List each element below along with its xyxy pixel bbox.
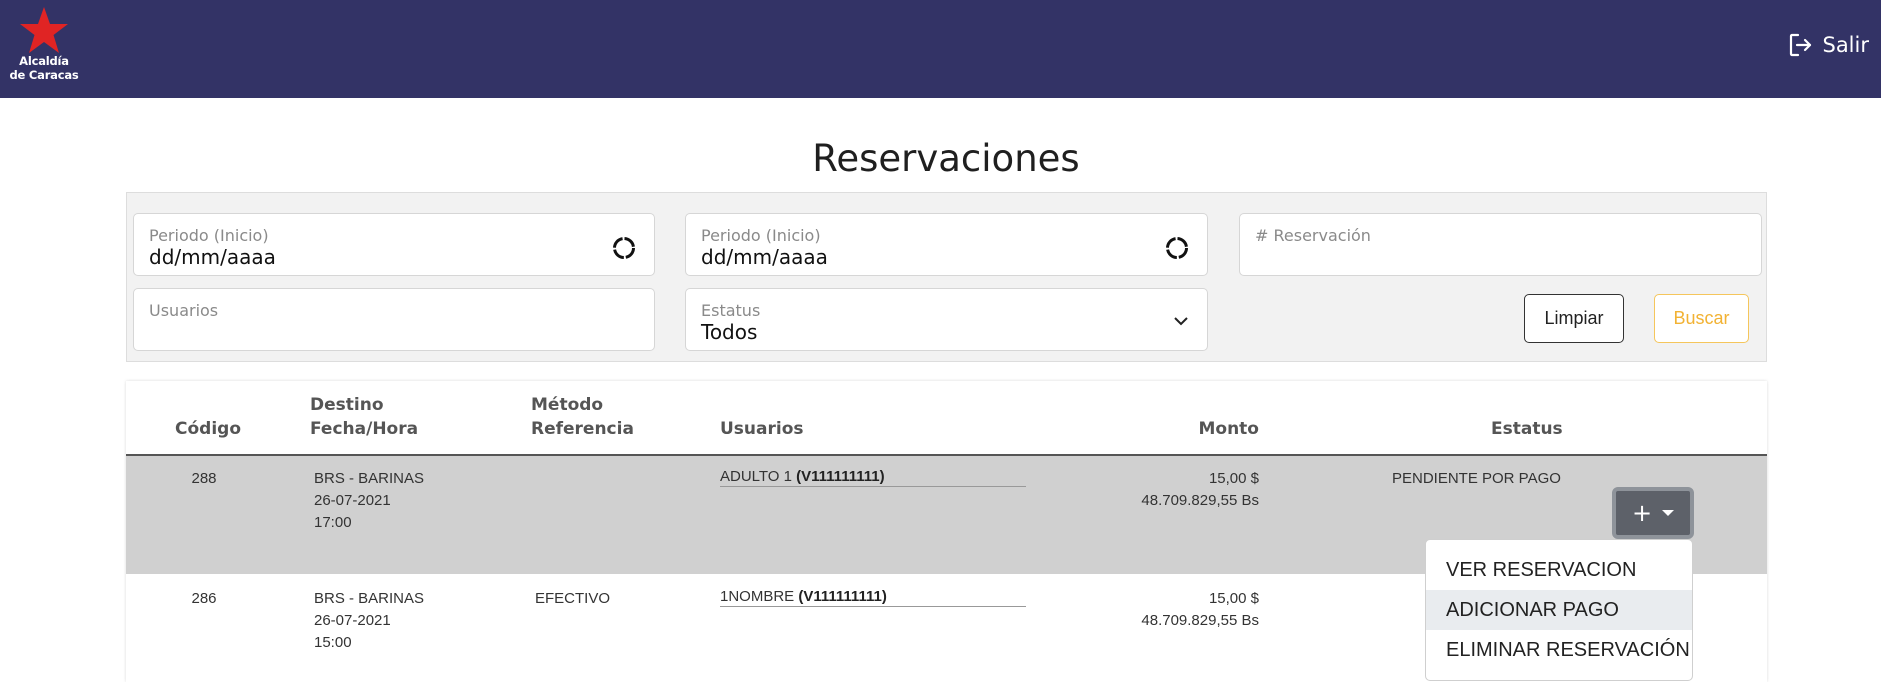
row-user[interactable]: ADULTO 1 (V111111111) [720,468,1026,487]
row-time: 15:00 [314,634,352,651]
row-date: 26-07-2021 [314,492,391,509]
reservation-number-label: # Reservación [1255,226,1371,245]
logo-line-2: de Caracas [9,68,79,82]
page-title: Reservaciones [812,137,1080,180]
row-amount-bs: 48.709.829,55 Bs [1141,492,1259,509]
start-date-field[interactable]: Periodo (Inicio) dd/mm/aaaa [133,213,655,276]
status-select[interactable]: Estatus Todos [685,288,1208,351]
row-user-id: (V111111111) [796,468,885,485]
end-date-value: dd/mm/aaaa [701,245,828,269]
users-label: Usuarios [149,301,219,320]
col-header-users: Usuarios [720,419,804,439]
col-header-method: Método [531,395,604,415]
chevron-down-icon [1174,317,1188,326]
col-header-amount: Monto [1198,419,1259,439]
start-date-label: Periodo (Inicio) [149,226,269,245]
users-field[interactable]: Usuarios [133,288,655,351]
col-header-reference: Referencia [531,419,634,439]
row-actions-menu: VER RESERVACION ADICIONAR PAGO ELIMINAR … [1425,539,1693,681]
logout-button[interactable]: Salir [1788,30,1869,60]
menu-item-delete-reservation[interactable]: ELIMINAR RESERVACIÓN [1426,630,1692,670]
row-actions-button[interactable]: + [1612,487,1694,539]
end-date-label: Periodo (Inicio) [701,226,821,245]
plus-icon: + [1631,499,1653,527]
alcaldia-logo[interactable]: Alcaldía de Caracas [8,6,80,88]
row-code: 286 [191,590,217,607]
row-destination: BRS - BARINAS [314,470,425,487]
status-label: Estatus [701,301,761,320]
row-destination: BRS - BARINAS [314,590,425,607]
end-date-field[interactable]: Periodo (Inicio) dd/mm/aaaa [685,213,1208,276]
row-status: PENDIENTE POR PAGO [1392,470,1561,487]
row-method: EFECTIVO [535,590,611,607]
menu-item-view-reservation[interactable]: VER RESERVACION [1426,550,1692,590]
top-navbar: Alcaldía de Caracas Salir [0,0,1881,98]
row-date: 26-07-2021 [314,612,391,629]
row-amount-usd: 15,00 $ [1208,470,1259,487]
search-button[interactable]: Buscar [1654,294,1749,343]
row-code: 288 [191,470,217,487]
row-user[interactable]: 1NOMBRE (V111111111) [720,588,1026,607]
logout-icon [1790,33,1812,57]
row-user-name: ADULTO 1 [720,468,792,485]
logo-line-1: Alcaldía [19,54,69,68]
date-picker-icon[interactable] [612,236,636,260]
col-header-status: Estatus [1491,419,1563,439]
caret-down-icon [1662,510,1675,516]
logout-label: Salir [1822,33,1869,57]
clear-button[interactable]: Limpiar [1524,294,1624,343]
col-header-code: Código [175,419,241,439]
reservation-number-field[interactable]: # Reservación [1239,213,1762,276]
menu-item-add-payment[interactable]: ADICIONAR PAGO [1426,590,1692,630]
status-value: Todos [701,320,758,344]
row-user-name: 1NOMBRE [720,588,795,605]
date-picker-icon[interactable] [1165,236,1189,260]
col-header-datetime: Fecha/Hora [310,419,419,439]
row-time: 17:00 [314,514,352,531]
start-date-value: dd/mm/aaaa [149,245,276,269]
star-logo-icon [20,7,68,53]
filter-panel: Periodo (Inicio) dd/mm/aaaa Periodo (Ini… [126,192,1767,362]
row-user-id: (V111111111) [798,588,887,605]
row-amount-usd: 15,00 $ [1208,590,1259,607]
row-amount-bs: 48.709.829,55 Bs [1141,612,1259,629]
col-header-destination: Destino [310,395,384,415]
